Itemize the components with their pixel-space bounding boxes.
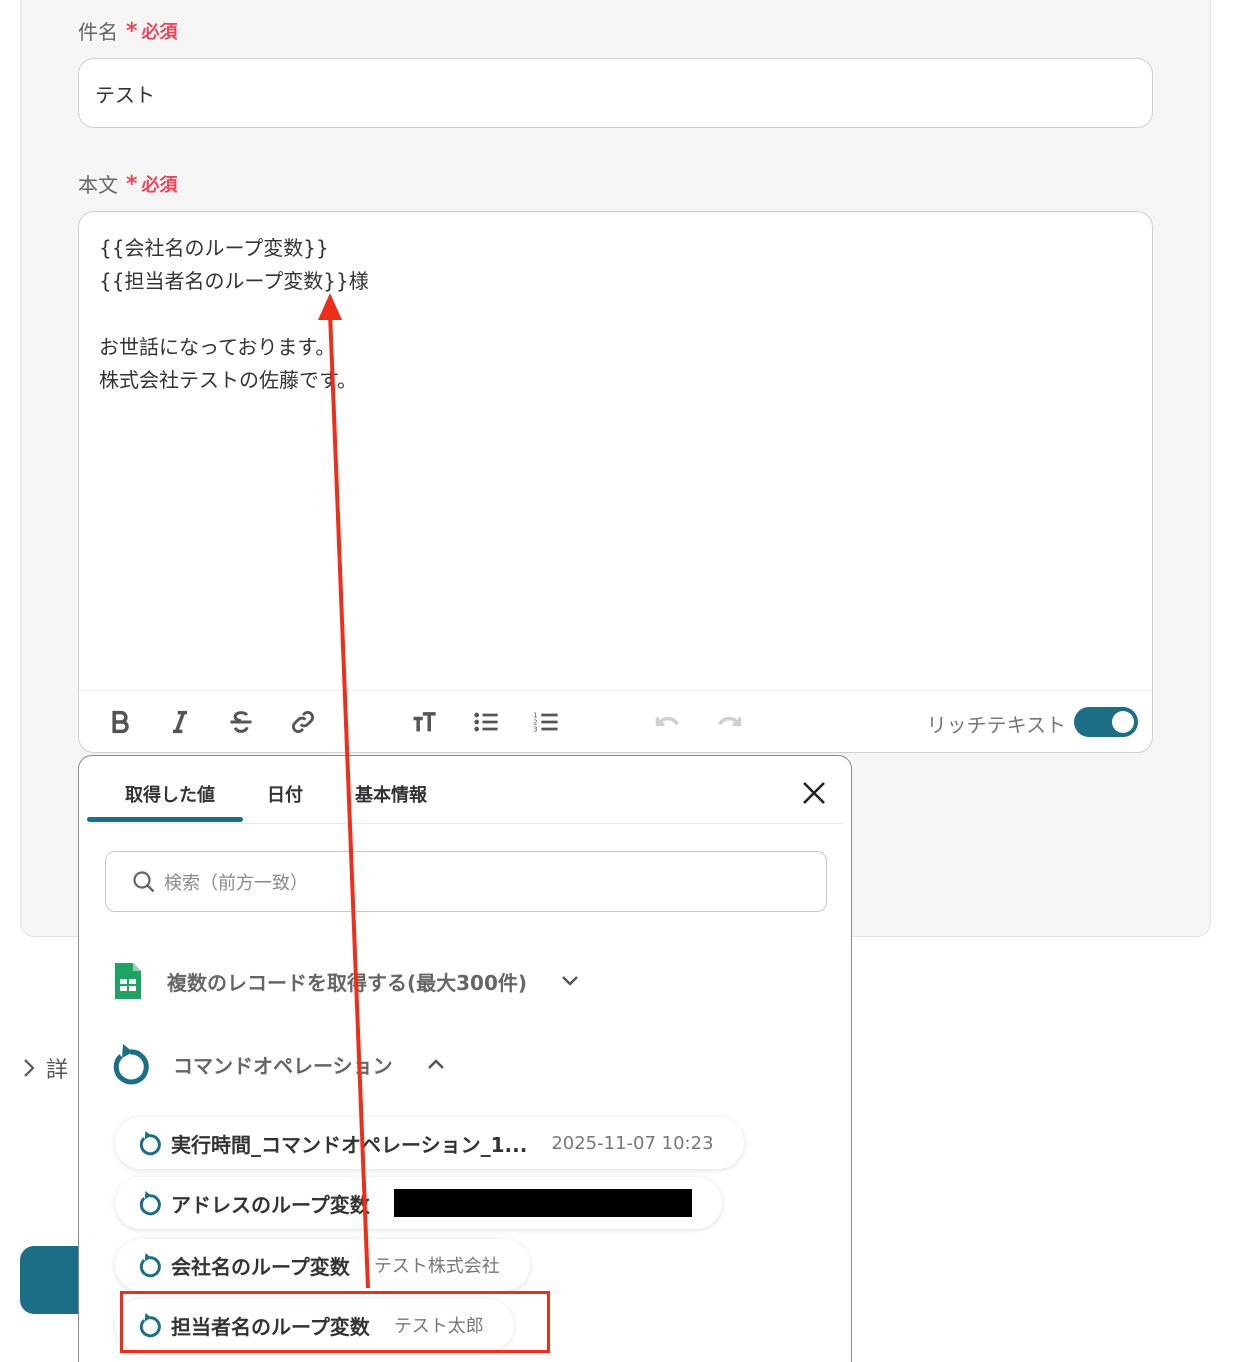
annotation-arrow	[318, 293, 370, 1289]
